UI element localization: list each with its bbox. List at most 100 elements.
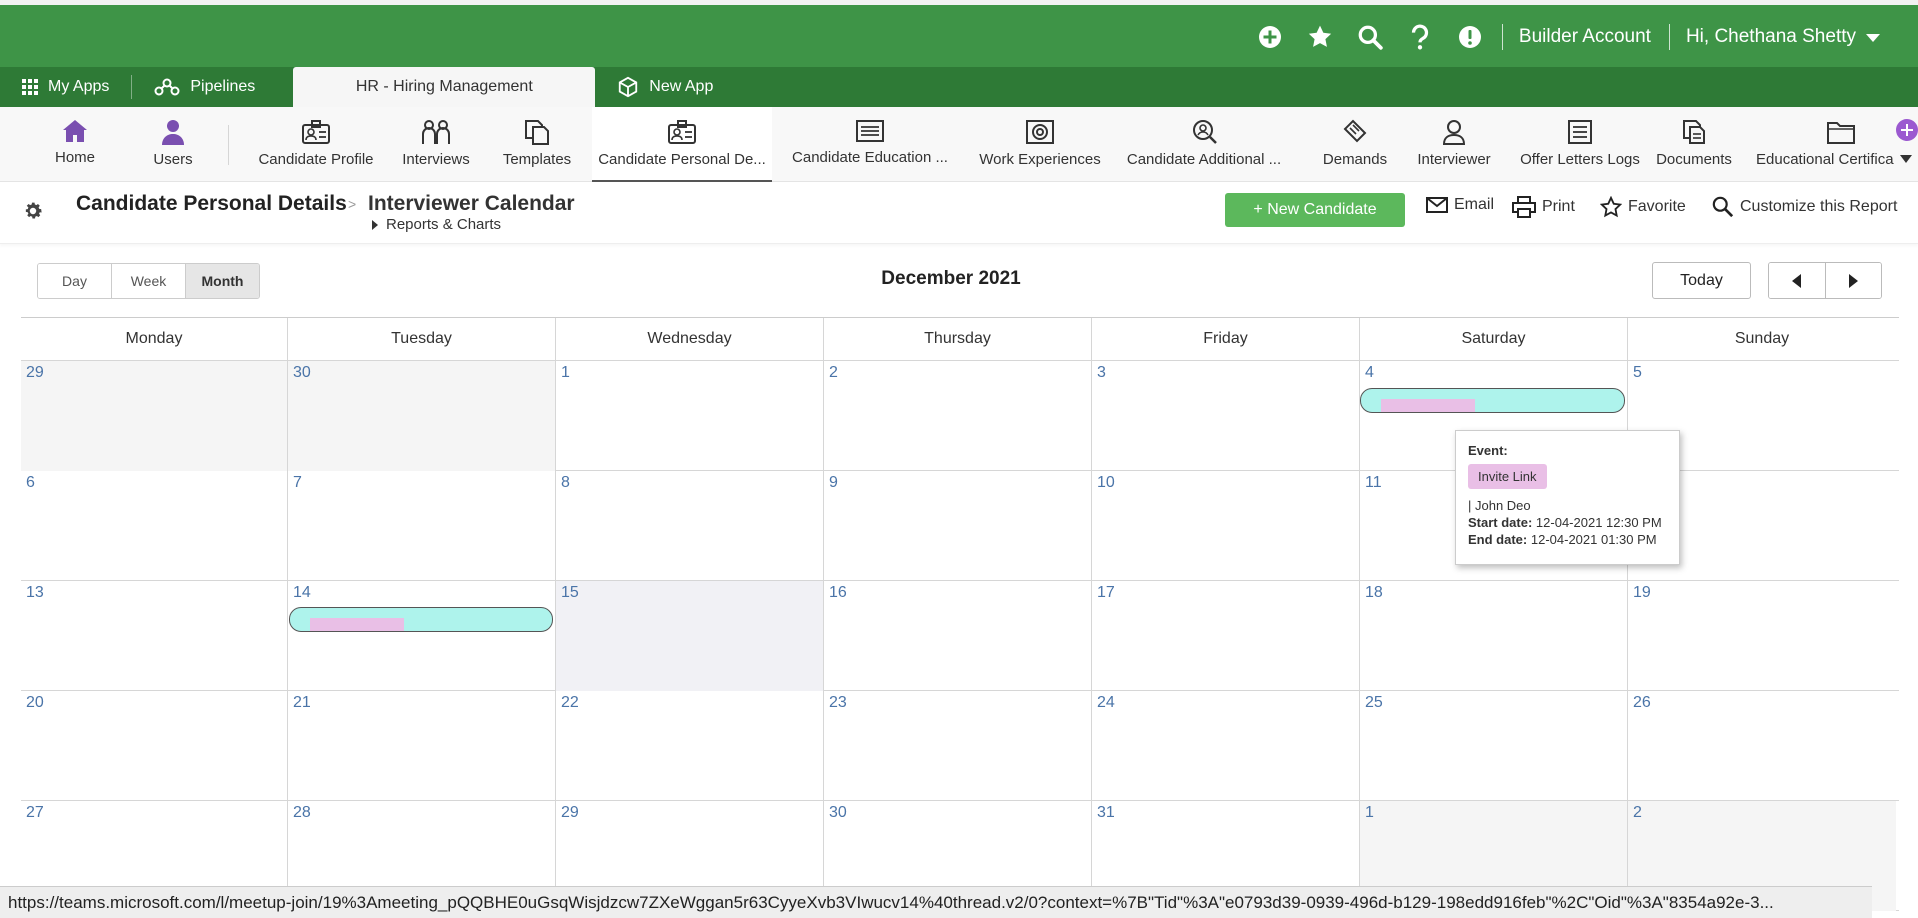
day-number: 8 [561, 474, 570, 491]
divider [228, 125, 229, 165]
customize-report-button[interactable]: Customize this Report [1712, 196, 1897, 218]
module-interviews[interactable]: Interviews [398, 107, 474, 182]
chevron-down-icon[interactable] [1900, 155, 1912, 163]
day-cell[interactable]: 22 [556, 691, 824, 801]
invite-link[interactable]: Invite Link [1468, 464, 1547, 489]
module-candidate-personal-details[interactable]: Candidate Personal De... [592, 107, 772, 182]
day-cell[interactable]: 3 [1092, 361, 1360, 471]
favorite-button[interactable]: Favorite [1600, 196, 1686, 218]
reports-charts-link[interactable]: Reports & Charts [372, 216, 501, 233]
day-cell[interactable]: 2 [824, 361, 1092, 471]
module-label: Interviews [402, 151, 470, 168]
handshake-icon [1343, 119, 1367, 143]
search-icon[interactable] [1356, 23, 1384, 51]
search-user-icon [1193, 120, 1217, 144]
module-label: Candidate Education ... [792, 149, 948, 166]
day-cell[interactable]: 23 [824, 691, 1092, 801]
home-icon [63, 120, 87, 142]
day-number: 13 [26, 584, 44, 601]
start-date-label: Start date: [1468, 515, 1533, 530]
user-icon [162, 120, 184, 145]
module-label: Documents [1656, 151, 1732, 168]
day-number: 19 [1633, 584, 1651, 601]
module-candidate-additional[interactable]: Candidate Additional ... [1122, 107, 1286, 182]
day-cell[interactable]: 19 [1628, 581, 1896, 691]
help-icon[interactable] [1406, 23, 1434, 51]
day-cell-today[interactable]: 15 [556, 581, 824, 691]
folder-icon [1827, 122, 1855, 144]
day-number: 9 [829, 474, 838, 491]
module-label: Work Experiences [979, 151, 1101, 168]
calendar-event[interactable] [1360, 388, 1625, 413]
day-cell[interactable]: 6 [21, 471, 288, 581]
star-icon[interactable] [1306, 23, 1334, 51]
module-users[interactable]: Users [148, 107, 198, 182]
day-number: 10 [1097, 474, 1115, 491]
day-cell[interactable]: 21 [288, 691, 556, 801]
day-number: 14 [293, 584, 311, 601]
day-cell[interactable]: 9 [824, 471, 1092, 581]
module-home[interactable]: Home [48, 107, 102, 182]
day-number: 15 [561, 584, 579, 601]
caret-right-icon [1848, 273, 1858, 288]
user-menu[interactable]: Hi, Chethana Shetty [1686, 26, 1880, 48]
module-label: Interviewer [1417, 151, 1491, 168]
day-cell[interactable]: 20 [21, 691, 288, 801]
day-cell[interactable]: 10 [1092, 471, 1360, 581]
day-cell[interactable]: 25 [1360, 691, 1628, 801]
module-educational-certifications[interactable]: Educational Certifica [1756, 107, 1894, 182]
my-apps-tab[interactable]: My Apps [0, 67, 131, 107]
alert-icon[interactable] [1456, 23, 1484, 51]
email-button[interactable]: Email [1426, 196, 1494, 214]
previous-month-button[interactable] [1769, 263, 1826, 298]
day-cell[interactable]: 14 [288, 581, 556, 691]
user-lock-icon [1442, 120, 1466, 145]
module-demands[interactable]: Demands [1320, 107, 1390, 182]
gear-icon[interactable] [22, 200, 44, 222]
divider [1668, 24, 1670, 50]
caret-left-icon [1792, 273, 1802, 288]
day-cell[interactable]: 16 [824, 581, 1092, 691]
module-candidate-profile[interactable]: Candidate Profile [254, 107, 378, 182]
next-month-button[interactable] [1825, 263, 1881, 298]
favorite-label: Favorite [1628, 198, 1686, 215]
day-cell[interactable]: 26 [1628, 691, 1896, 801]
calendar-event[interactable] [289, 607, 553, 632]
day-cell[interactable]: 7 [288, 471, 556, 581]
module-work-experiences[interactable]: Work Experiences [978, 107, 1102, 182]
day-cell[interactable]: 29 [21, 361, 288, 471]
module-documents[interactable]: Documents [1654, 107, 1734, 182]
event-tooltip: Event: Invite Link | John Deo Start date… [1455, 430, 1680, 565]
top-bar-actions: Builder Account Hi, Chethana Shetty [1234, 23, 1880, 51]
day-cell[interactable]: 30 [288, 361, 556, 471]
today-button[interactable]: Today [1652, 262, 1751, 299]
end-date-label: End date: [1468, 532, 1528, 547]
pipelines-label: Pipelines [190, 78, 256, 95]
module-candidate-education[interactable]: Candidate Education ... [790, 107, 950, 182]
pipelines-tab[interactable]: Pipelines [132, 67, 277, 107]
day-cell[interactable]: 17 [1092, 581, 1360, 691]
module-templates[interactable]: Templates [500, 107, 574, 182]
print-button[interactable]: Print [1512, 196, 1575, 218]
weekday-label: Saturday [1360, 318, 1628, 360]
day-cell[interactable]: 1 [556, 361, 824, 471]
day-cell[interactable]: 24 [1092, 691, 1360, 801]
new-candidate-button[interactable]: + New Candidate [1225, 193, 1405, 227]
new-app-tab[interactable]: New App [595, 67, 735, 107]
builder-account-link[interactable]: Builder Account [1519, 26, 1651, 48]
module-label: Educational Certifica [1756, 151, 1894, 168]
module-offer-letters-logs[interactable]: Offer Letters Logs [1520, 107, 1640, 182]
day-number: 21 [293, 694, 311, 711]
module-interviewer[interactable]: Interviewer [1414, 107, 1494, 182]
hr-hiring-management-tab[interactable]: HR - Hiring Management [293, 67, 596, 107]
tooltip-title: Event: [1468, 443, 1508, 458]
day-cell[interactable]: 18 [1360, 581, 1628, 691]
day-cell[interactable]: 13 [21, 581, 288, 691]
module-label: Users [153, 151, 193, 168]
list-icon [856, 120, 884, 142]
day-cell[interactable]: 8 [556, 471, 824, 581]
event-start: Start date: 12-04-2021 12:30 PM [1468, 514, 1667, 531]
add-icon[interactable] [1256, 23, 1284, 51]
breadcrumb-parent[interactable]: Candidate Personal Details [76, 192, 347, 216]
add-module-icon[interactable] [1896, 119, 1918, 141]
